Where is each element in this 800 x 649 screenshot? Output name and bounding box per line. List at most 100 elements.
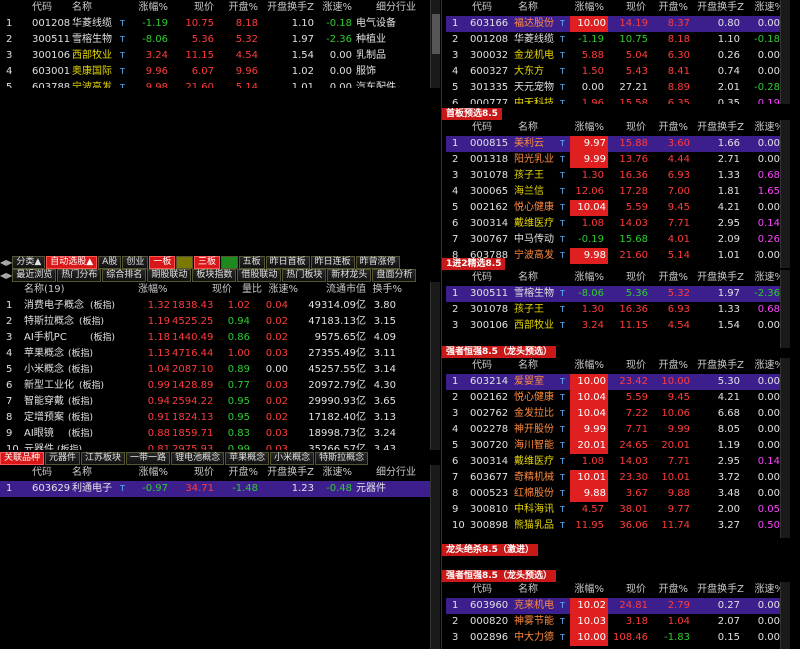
- tab3-4[interactable]: 锂电池概念: [171, 452, 225, 465]
- tab-11[interactable]: 昨曾涨停: [355, 256, 400, 269]
- cell-spd: 0.00: [757, 488, 780, 499]
- scrollbar[interactable]: [430, 465, 440, 649]
- scrollbar[interactable]: [780, 270, 790, 348]
- stock-row[interactable]: 2 000820 神雾节能 T 10.03 3.18 1.04 2.07 0.00: [446, 614, 790, 630]
- tab-4[interactable]: 一板: [149, 256, 176, 269]
- stock-row[interactable]: 9 300810 中科海讯 T 4.57 38.01 9.77 2.00 0.05: [446, 502, 790, 518]
- stock-row[interactable]: 4 600327 大东方 T 1.50 5.43 8.41 0.74 0.00: [446, 64, 790, 80]
- section-title[interactable]: 1进2精选8.5: [442, 258, 506, 270]
- header-0: 代码: [472, 122, 492, 133]
- stock-row[interactable]: 4 300065 海兰信 T 12.06 17.28 7.00 1.81 1.65: [446, 184, 790, 200]
- cell-open: 9.45: [667, 202, 690, 213]
- tab-8[interactable]: 五板: [238, 256, 265, 269]
- concept-row[interactable]: 2 特斯拉概念 (板指) 1.19 4525.25 0.94 0.02 47183.13亿 3.…: [0, 314, 440, 330]
- tab-1[interactable]: 自动选股▲: [46, 256, 98, 269]
- stock-row[interactable]: 1 603960 克来机电 T 10.02 24.81 2.79 0.27 0.00: [446, 598, 790, 614]
- concept-row[interactable]: 5 小米概念 (板指) 1.04 2087.10 0.89 0.00 45257.55亿 3.1…: [0, 362, 440, 378]
- tab2-7[interactable]: 新材龙头: [327, 269, 372, 282]
- stock-row[interactable]: 7 603677 奇精机械 T 10.01 23.30 10.01 3.72 0.00: [446, 470, 790, 486]
- scrollbar[interactable]: [780, 582, 790, 649]
- stock-row[interactable]: 2 002162 悦心健康 T 10.04 5.59 9.45 4.21 0.00: [446, 390, 790, 406]
- tab-3[interactable]: 创业: [122, 256, 149, 269]
- tab3-7[interactable]: 特斯拉概念: [315, 452, 369, 465]
- tab-0[interactable]: 分类▲: [12, 256, 46, 269]
- concept-row[interactable]: 7 智能穿戴 (板指) 0.94 2594.22 0.95 0.02 29990.93亿 3.6…: [0, 394, 440, 410]
- tab3-6[interactable]: 小米概念: [270, 452, 315, 465]
- tab3-5[interactable]: 苹果概念: [225, 452, 270, 465]
- tab3-0[interactable]: 关联品种: [0, 452, 45, 465]
- tab-10[interactable]: 昨日连板: [310, 256, 355, 269]
- watchlist-row[interactable]: 4 603001 奥康国际 T 9.96 6.07 9.96 1.02 0.00 服饰: [0, 64, 440, 80]
- cell-idx: 3: [452, 50, 459, 61]
- stock-row[interactable]: 5 301335 天元宠物 T 0.00 27.21 8.89 2.01 -0.28: [446, 80, 790, 96]
- tab-9[interactable]: 昨日首板: [265, 256, 310, 269]
- concept-row[interactable]: 9 AI眼镜 (板指) 0.88 1859.71 0.83 0.03 18998.73亿 3.2…: [0, 426, 440, 442]
- header-0: 代码: [472, 272, 492, 283]
- stock-row[interactable]: 2 001318 阳光乳业 T 9.99 13.76 4.44 2.71 0.00: [446, 152, 790, 168]
- watchlist-row[interactable]: 5 603788 宁波高发 T 9.98 21.60 5.14 1.01 0.00 汽车配件: [0, 80, 440, 88]
- section-title[interactable]: 龙头绝杀8.5（激进）: [442, 544, 538, 556]
- tab3-2[interactable]: 江苏板块: [81, 452, 126, 465]
- stock-row[interactable]: 10 300898 熊猫乳品 T 11.95 36.06 11.74 3.27 0.50: [446, 518, 790, 534]
- scrollbar[interactable]: [430, 282, 440, 450]
- section-title[interactable]: 强者恒强8.5（龙头预选）: [442, 346, 556, 358]
- stock-row[interactable]: 3 301078 孩子王 T 1.30 16.36 6.93 1.33 0.68: [446, 168, 790, 184]
- concept-row[interactable]: 3 AI手机PC (板指) 1.18 1440.49 0.86 0.02 9575.65亿 4.…: [0, 330, 440, 346]
- info-icon: T: [560, 441, 565, 450]
- related-tabbar: 关联品种 元器件 江苏板块 一带一路 锂电池概念 苹果概念 小米概念 特斯拉概念: [0, 452, 440, 465]
- stock-row[interactable]: 7 300767 中马传动 T -0.19 15.68 4.01 2.09 0.26: [446, 232, 790, 248]
- concept-row[interactable]: 1 消费电子概念 (板指) 1.32 1838.43 1.02 0.04 49314.09亿 3…: [0, 298, 440, 314]
- tab-7[interactable]: [220, 256, 238, 269]
- tab2-1[interactable]: 热门分布: [57, 269, 102, 282]
- stock-row[interactable]: 1 000815 美利云 T 9.97 15.88 3.60 1.66 0.00: [446, 136, 790, 152]
- stock-row[interactable]: 1 603214 爱婴室 T 10.00 23.42 10.00 5.30 0.00: [446, 374, 790, 390]
- stock-row[interactable]: 5 300720 海川智能 T 20.01 24.65 20.01 1.19 0.00: [446, 438, 790, 454]
- cell-turn: 2.09: [717, 234, 740, 245]
- tab2-4[interactable]: 板块指数: [192, 269, 237, 282]
- scrollbar-thumb[interactable]: [432, 14, 440, 54]
- stock-row[interactable]: 5 002162 悦心健康 T 10.04 5.59 9.45 4.21 0.00: [446, 200, 790, 216]
- watchlist-row[interactable]: 1 001208 华菱线缆 T -1.19 10.75 8.18 1.10 -0.18 电气设备: [0, 16, 440, 32]
- tab2-8[interactable]: 盘面分析: [372, 269, 417, 282]
- tab-scroll-arrows[interactable]: ◀▶: [0, 271, 12, 280]
- concept-row[interactable]: 4 苹果概念 (板指) 1.13 4716.44 1.00 0.03 27355.49亿 3.1…: [0, 346, 440, 362]
- concept-row[interactable]: 8 定增预案 (板指) 0.91 1824.13 0.95 0.02 17182.40亿 3.1…: [0, 410, 440, 426]
- concept-row[interactable]: 10 元器件 (板指) 0.81 2975.93 0.99 0.03 35266.57亿 3.4…: [0, 442, 440, 450]
- scrollbar[interactable]: [780, 0, 790, 104]
- tab3-1[interactable]: 元器件: [45, 452, 81, 465]
- stock-row[interactable]: 2 301078 孩子王 T 1.30 16.36 6.93 1.33 0.68: [446, 302, 790, 318]
- scrollbar[interactable]: [430, 0, 440, 88]
- scrollbar[interactable]: [780, 358, 790, 538]
- section-title[interactable]: 强者恒强8.5（龙头预选）: [442, 570, 556, 582]
- stock-row[interactable]: 3 002762 金发拉比 T 10.04 7.22 10.06 6.68 0.00: [446, 406, 790, 422]
- tab2-3[interactable]: 期股联动: [147, 269, 192, 282]
- stock-row[interactable]: 1 300511 雪榕生物 T -8.06 5.36 5.32 1.97 -2.36: [446, 286, 790, 302]
- stock-row[interactable]: 3 300106 西部牧业 T 3.24 11.15 4.54 1.54 0.00: [446, 318, 790, 334]
- stock-row[interactable]: 8 000523 红棉股份 T 9.88 3.67 9.88 3.48 0.00: [446, 486, 790, 502]
- tab2-0[interactable]: 最近浏览: [12, 269, 57, 282]
- tab2-5[interactable]: 借股联动: [237, 269, 282, 282]
- cell-code: 300065: [470, 186, 509, 197]
- watchlist-row[interactable]: 2 300511 雪榕生物 T -8.06 5.36 5.32 1.97 -2.36 种植业: [0, 32, 440, 48]
- scrollbar[interactable]: [780, 120, 790, 268]
- tab2-6[interactable]: 热门板块: [282, 269, 327, 282]
- tab3-3[interactable]: 一带一路: [126, 452, 171, 465]
- stock-row[interactable]: 2 001208 华菱线缆 T -1.19 10.75 8.18 1.10 -0.18: [446, 32, 790, 48]
- stock-row[interactable]: 1 603166 福达股份 T 10.00 14.19 8.37 0.80 0.00: [446, 16, 790, 32]
- tab-2[interactable]: A股: [98, 256, 122, 269]
- stock-row[interactable]: 6 300314 戴维医疗 T 1.08 14.03 7.71 2.95 0.14: [446, 216, 790, 232]
- tab-5[interactable]: [176, 256, 193, 269]
- stock-row[interactable]: 4 002278 神开股份 T 9.99 7.71 9.99 8.05 0.00: [446, 422, 790, 438]
- related-row[interactable]: 1 603629 利通电子 T -0.97 34.71 -1.48 1.23 -0.48 元器件: [0, 481, 440, 497]
- tab-6[interactable]: 三板: [193, 256, 220, 269]
- watchlist-row[interactable]: 3 300106 西部牧业 T 3.24 11.15 4.54 1.54 0.00 乳制品: [0, 48, 440, 64]
- stock-row[interactable]: 3 300032 金龙机电 T 5.88 5.04 6.30 0.26 0.00: [446, 48, 790, 64]
- stock-row[interactable]: 3 002896 中大力德 T 10.00 108.46 -1.83 0.15 0.00: [446, 630, 790, 646]
- section-title[interactable]: 首板预选8.5: [442, 108, 502, 120]
- stock-row[interactable]: 6 300314 戴维医疗 T 1.08 14.03 7.71 2.95 0.14: [446, 454, 790, 470]
- stock-row[interactable]: 6 000777 中天科技 T 1.96 15.58 6.35 0.35 0.19: [446, 96, 790, 104]
- tab-scroll-arrows[interactable]: ◀▶: [0, 258, 12, 267]
- cell-code: 002896: [470, 632, 509, 643]
- tab2-2[interactable]: 综合排名: [102, 269, 147, 282]
- concept-row[interactable]: 6 新型工业化 (板指) 0.99 1428.89 0.77 0.03 20972.79亿 4.…: [0, 378, 440, 394]
